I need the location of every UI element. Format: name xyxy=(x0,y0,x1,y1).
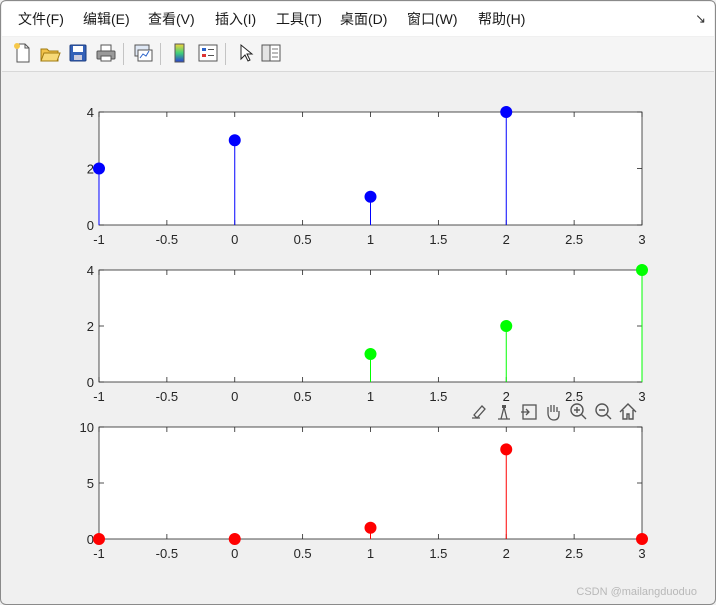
menu-view[interactable]: 查看(V) xyxy=(144,2,199,36)
watermark-text: CSDN @mailangduoduo xyxy=(576,586,697,598)
x-tick-label: 3 xyxy=(638,232,645,247)
y-tick-label: 4 xyxy=(87,105,94,120)
y-tick-label: 0 xyxy=(87,532,94,547)
y-tick-label: 2 xyxy=(87,162,94,177)
stem-marker xyxy=(636,533,648,545)
x-tick-label: 0 xyxy=(231,389,238,404)
y-tick-label: 0 xyxy=(87,218,94,233)
toolbar-separator xyxy=(160,43,161,65)
menu-edit[interactable]: 编辑(E) xyxy=(79,2,134,36)
stem-marker xyxy=(636,264,648,276)
stem-marker xyxy=(364,348,377,360)
toolbar-separator xyxy=(225,43,226,65)
pan-hand-icon[interactable] xyxy=(543,401,563,423)
figure-window: 文件(F) 编辑(E) 查看(V) 插入(I) 工具(T) 桌面(D) 窗口(W… xyxy=(0,0,716,605)
x-tick-label: 1.5 xyxy=(429,389,447,404)
x-tick-label: 0.5 xyxy=(294,546,312,561)
insert-legend-icon[interactable] xyxy=(197,42,219,64)
x-tick-label: 2 xyxy=(503,232,510,247)
save-icon[interactable] xyxy=(67,42,89,64)
figure-canvas: -1 -0.5 0 0.5 1 1.5 2 2.5 3 0 2 4 -1 -0.5 0 0.5 1 1.5 2 2.5… xyxy=(2,72,714,603)
restore-home-icon[interactable] xyxy=(618,401,638,423)
zoom-in-icon[interactable] xyxy=(568,401,588,423)
x-tick-label: 1 xyxy=(367,389,374,404)
stem-marker xyxy=(93,162,105,175)
x-tick-label: 0.5 xyxy=(294,232,312,247)
y-tick-label: 0 xyxy=(87,375,94,390)
x-tick-label: 0 xyxy=(231,232,238,247)
x-tick-label: 2.5 xyxy=(565,546,583,561)
stem-marker xyxy=(93,533,105,545)
menu-window[interactable]: 窗口(W) xyxy=(403,2,462,36)
x-tick-label: -0.5 xyxy=(156,389,178,404)
x-tick-label: 1 xyxy=(367,546,374,561)
x-tick-label: 2 xyxy=(503,546,510,561)
open-file-icon[interactable] xyxy=(39,42,61,64)
x-tick-label: -1 xyxy=(93,546,105,561)
zoom-out-icon[interactable] xyxy=(593,401,613,423)
menu-bar: 文件(F) 编辑(E) 查看(V) 插入(I) 工具(T) 桌面(D) 窗口(W… xyxy=(2,2,714,36)
x-tick-label: 0 xyxy=(231,546,238,561)
menu-tools[interactable]: 工具(T) xyxy=(272,2,326,36)
subplot-3[interactable]: -1 -0.5 0 0.5 1 1.5 2 2.5 3 0 5 10 xyxy=(80,420,648,561)
x-tick-label: -0.5 xyxy=(156,232,178,247)
edit-plot-arrow-icon[interactable] xyxy=(234,42,256,64)
menu-file[interactable]: 文件(F) xyxy=(14,2,68,36)
subplot-1[interactable]: -1 -0.5 0 0.5 1 1.5 2 2.5 3 0 2 4 xyxy=(87,105,646,247)
x-tick-label: -1 xyxy=(93,232,105,247)
curved-arrow-icon[interactable]: ↘ xyxy=(695,2,706,36)
x-tick-label: 1 xyxy=(367,232,374,247)
insert-colorbar-icon[interactable] xyxy=(169,42,191,64)
x-tick-label: 1.5 xyxy=(429,546,447,561)
stem-marker xyxy=(364,521,377,534)
data-tips-icon[interactable] xyxy=(494,401,514,423)
stem-marker xyxy=(500,106,513,118)
subplot-2[interactable]: -1 -0.5 0 0.5 1 1.5 2 2.5 3024 xyxy=(87,263,648,404)
brush-data-icon[interactable] xyxy=(469,401,489,423)
link-plot-icon[interactable] xyxy=(132,42,154,64)
new-figure-icon[interactable] xyxy=(12,42,34,64)
menu-desktop[interactable]: 桌面(D) xyxy=(336,2,391,36)
stem-marker xyxy=(364,190,377,203)
axes-toolbar xyxy=(469,401,641,423)
figure-toolbar xyxy=(2,37,714,72)
y-tick-label: 5 xyxy=(87,476,94,491)
stem-marker xyxy=(500,320,513,332)
x-tick-label: 0.5 xyxy=(294,389,312,404)
y-tick-label: 4 xyxy=(87,263,94,278)
x-tick-label: 1.5 xyxy=(429,232,447,247)
x-tick-label: -1 xyxy=(93,389,105,404)
print-icon[interactable] xyxy=(95,42,117,64)
y-tick-label: 2 xyxy=(87,319,94,334)
stem-marker xyxy=(228,134,241,147)
menu-help[interactable]: 帮助(H) xyxy=(474,2,529,36)
export-icon[interactable] xyxy=(519,401,539,423)
menu-insert[interactable]: 插入(I) xyxy=(211,2,260,36)
stem-marker xyxy=(500,443,513,456)
toolbar-separator xyxy=(123,43,124,65)
x-tick-label: -0.5 xyxy=(156,546,178,561)
property-inspector-icon[interactable] xyxy=(260,42,282,64)
x-tick-label: 3 xyxy=(638,546,645,561)
plots-svg: -1 -0.5 0 0.5 1 1.5 2 2.5 3 0 2 4 -1 -0.5 0 0.5 1 1.5 2 2.5… xyxy=(80,105,648,561)
x-tick-label: 2.5 xyxy=(565,232,583,247)
stem-marker xyxy=(228,533,241,545)
y-tick-label: 10 xyxy=(80,420,94,435)
